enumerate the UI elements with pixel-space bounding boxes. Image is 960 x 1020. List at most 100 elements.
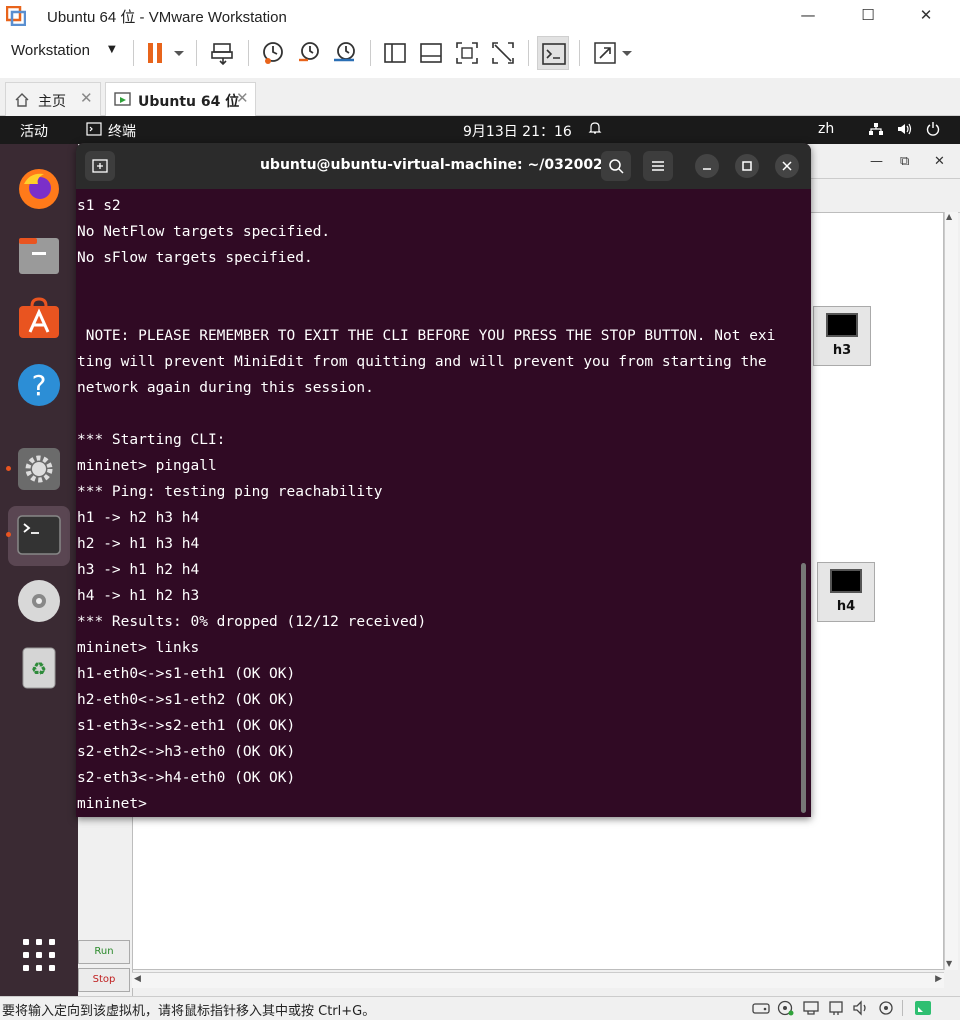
app-menu[interactable]: 终端 <box>108 121 136 141</box>
scroll-left-icon[interactable]: ◀ <box>134 974 141 984</box>
terminal-title: ubuntu@ubuntu-virtual-machine: ~/0320022… <box>259 157 633 173</box>
terminal-line: h2 -> h1 h3 h4 <box>77 536 200 552</box>
terminal-line: No sFlow targets specified. <box>77 250 313 266</box>
firefox-icon[interactable] <box>16 166 62 212</box>
status-text: 要将输入定向到该虚拟机，请将鼠标指针移入其中或按 Ctrl+G。 <box>2 1004 376 1019</box>
pause-icon[interactable] <box>144 40 170 66</box>
ubuntu-top-bar: 活动 终端 9月13日 21：16 zh <box>0 116 960 144</box>
host-node[interactable]: h4 <box>817 562 875 622</box>
terminal-minimize-button[interactable] <box>695 154 719 178</box>
terminal-scrollbar[interactable] <box>801 563 806 813</box>
message-log-icon[interactable] <box>914 1000 932 1016</box>
console-view-button[interactable] <box>537 36 569 70</box>
minimize-icon <box>703 168 711 170</box>
stretch-guest-icon[interactable] <box>592 40 618 66</box>
main-toolbar: Workstation ▼ <box>0 32 960 74</box>
miniedit-restore-button[interactable]: ⧉ <box>900 154 909 169</box>
stretch-dropdown-icon[interactable] <box>620 40 634 66</box>
full-screen-icon[interactable] <box>454 40 480 66</box>
terminal-line: h3 -> h1 h2 h4 <box>77 562 200 578</box>
terminal-small-icon <box>86 122 102 136</box>
trash-icon[interactable]: ♻ <box>16 644 62 690</box>
sound-card-icon[interactable] <box>852 1000 870 1016</box>
maximize-button[interactable]: ☐ <box>848 4 888 26</box>
terminal-maximize-button[interactable] <box>735 154 759 178</box>
terminal-line: s2-eth3<->h4-eth0 (OK OK) <box>77 770 296 786</box>
hard-disk-icon[interactable] <box>752 1000 770 1016</box>
menu-button[interactable] <box>643 151 673 181</box>
host-screen-icon <box>826 313 858 337</box>
maximize-icon <box>742 161 752 171</box>
host-node[interactable]: h3 <box>813 306 871 366</box>
terminal-line: mininet> pingall <box>77 458 217 474</box>
tab-ubuntu[interactable]: Ubuntu 64 位 ✕ <box>105 82 256 116</box>
apps-grid-icon[interactable] <box>22 938 56 972</box>
snapshot-icon[interactable] <box>260 40 286 66</box>
window-title: Ubuntu 64 位 - VMware Workstation <box>47 9 287 26</box>
help-icon[interactable]: ? <box>16 362 62 408</box>
pause-dropdown-icon[interactable] <box>172 40 186 66</box>
divider <box>528 40 529 66</box>
tab-home[interactable]: 主页 ✕ <box>5 82 101 116</box>
network-icon[interactable] <box>868 122 884 136</box>
disc-icon[interactable] <box>16 578 62 624</box>
terminal-line: ting will prevent MiniEdit from quitting… <box>77 354 767 370</box>
search-button[interactable] <box>601 151 631 181</box>
terminal-icon[interactable] <box>16 512 62 558</box>
scroll-up-icon[interactable]: ▲ <box>946 212 952 221</box>
horizontal-scrollbar[interactable]: ◀ ▶ <box>132 972 944 988</box>
stop-button[interactable]: Stop <box>78 968 130 992</box>
minimize-button[interactable]: — <box>788 4 828 26</box>
host-label: h3 <box>832 343 852 358</box>
terminal-line: s2-eth2<->h3-eth0 (OK OK) <box>77 744 296 760</box>
clock[interactable]: 9月13日 21：16 <box>463 121 572 141</box>
svg-text:?: ? <box>32 369 47 402</box>
terminal-line: *** Ping: testing ping reachability <box>77 484 383 500</box>
input-method[interactable]: zh <box>818 121 834 137</box>
send-ctrl-alt-del-icon[interactable] <box>210 40 236 66</box>
vertical-scrollbar[interactable]: ▲ ▼ <box>944 212 958 970</box>
miniedit-minimize-button[interactable]: — <box>870 154 883 169</box>
thumbnail-bar-icon[interactable] <box>418 40 444 66</box>
network-adapter-icon[interactable] <box>802 1000 820 1016</box>
show-library-icon[interactable] <box>382 40 408 66</box>
vmware-logo-icon <box>6 6 26 26</box>
terminal-line: s1-eth3<->s2-eth1 (OK OK) <box>77 718 296 734</box>
bell-icon <box>588 120 602 140</box>
ubuntu-dock: ? ♻ <box>0 144 78 1000</box>
usb-icon[interactable] <box>827 1000 845 1016</box>
chevron-down-icon[interactable]: ▼ <box>108 44 116 55</box>
tab-ubuntu-close-icon[interactable]: ✕ <box>236 89 249 107</box>
software-icon[interactable] <box>16 296 62 342</box>
vmware-window: Ubuntu 64 位 - VMware Workstation — ☐ ✕ W… <box>0 0 960 1020</box>
terminal-line: *** Results: 0% dropped (12/12 received) <box>77 614 427 630</box>
manage-snapshots-icon[interactable] <box>332 40 358 66</box>
unity-icon[interactable] <box>490 40 516 66</box>
settings-icon[interactable] <box>16 446 62 492</box>
display-icon[interactable] <box>877 1000 895 1016</box>
divider <box>133 40 134 66</box>
terminal-line: h4 -> h1 h2 h3 <box>77 588 200 604</box>
tab-home-close-icon[interactable]: ✕ <box>80 89 93 107</box>
vm-icon <box>114 92 131 106</box>
revert-snapshot-icon[interactable] <box>296 40 322 66</box>
run-button[interactable]: Run <box>78 940 130 964</box>
power-icon[interactable] <box>926 121 940 136</box>
volume-icon[interactable] <box>897 122 913 136</box>
cd-rom-icon[interactable] <box>777 1000 795 1016</box>
activities-button[interactable]: 活动 <box>20 121 48 141</box>
terminal-output[interactable]: s1 s2 No NetFlow targets specified. No sFl… <box>77 193 802 813</box>
close-button[interactable]: ✕ <box>906 4 946 26</box>
svg-text:♻: ♻ <box>31 659 47 680</box>
terminal-close-button[interactable] <box>775 154 799 178</box>
files-icon[interactable] <box>16 232 62 278</box>
terminal-line: No NetFlow targets specified. <box>77 224 331 240</box>
terminal-line: NOTE: PLEASE REMEMBER TO EXIT THE CLI BE… <box>77 328 776 344</box>
workstation-menu[interactable]: Workstation <box>11 42 90 59</box>
scroll-right-icon[interactable]: ▶ <box>935 974 942 984</box>
miniedit-close-button[interactable]: ✕ <box>934 154 945 169</box>
scroll-down-icon[interactable]: ▼ <box>946 959 952 968</box>
